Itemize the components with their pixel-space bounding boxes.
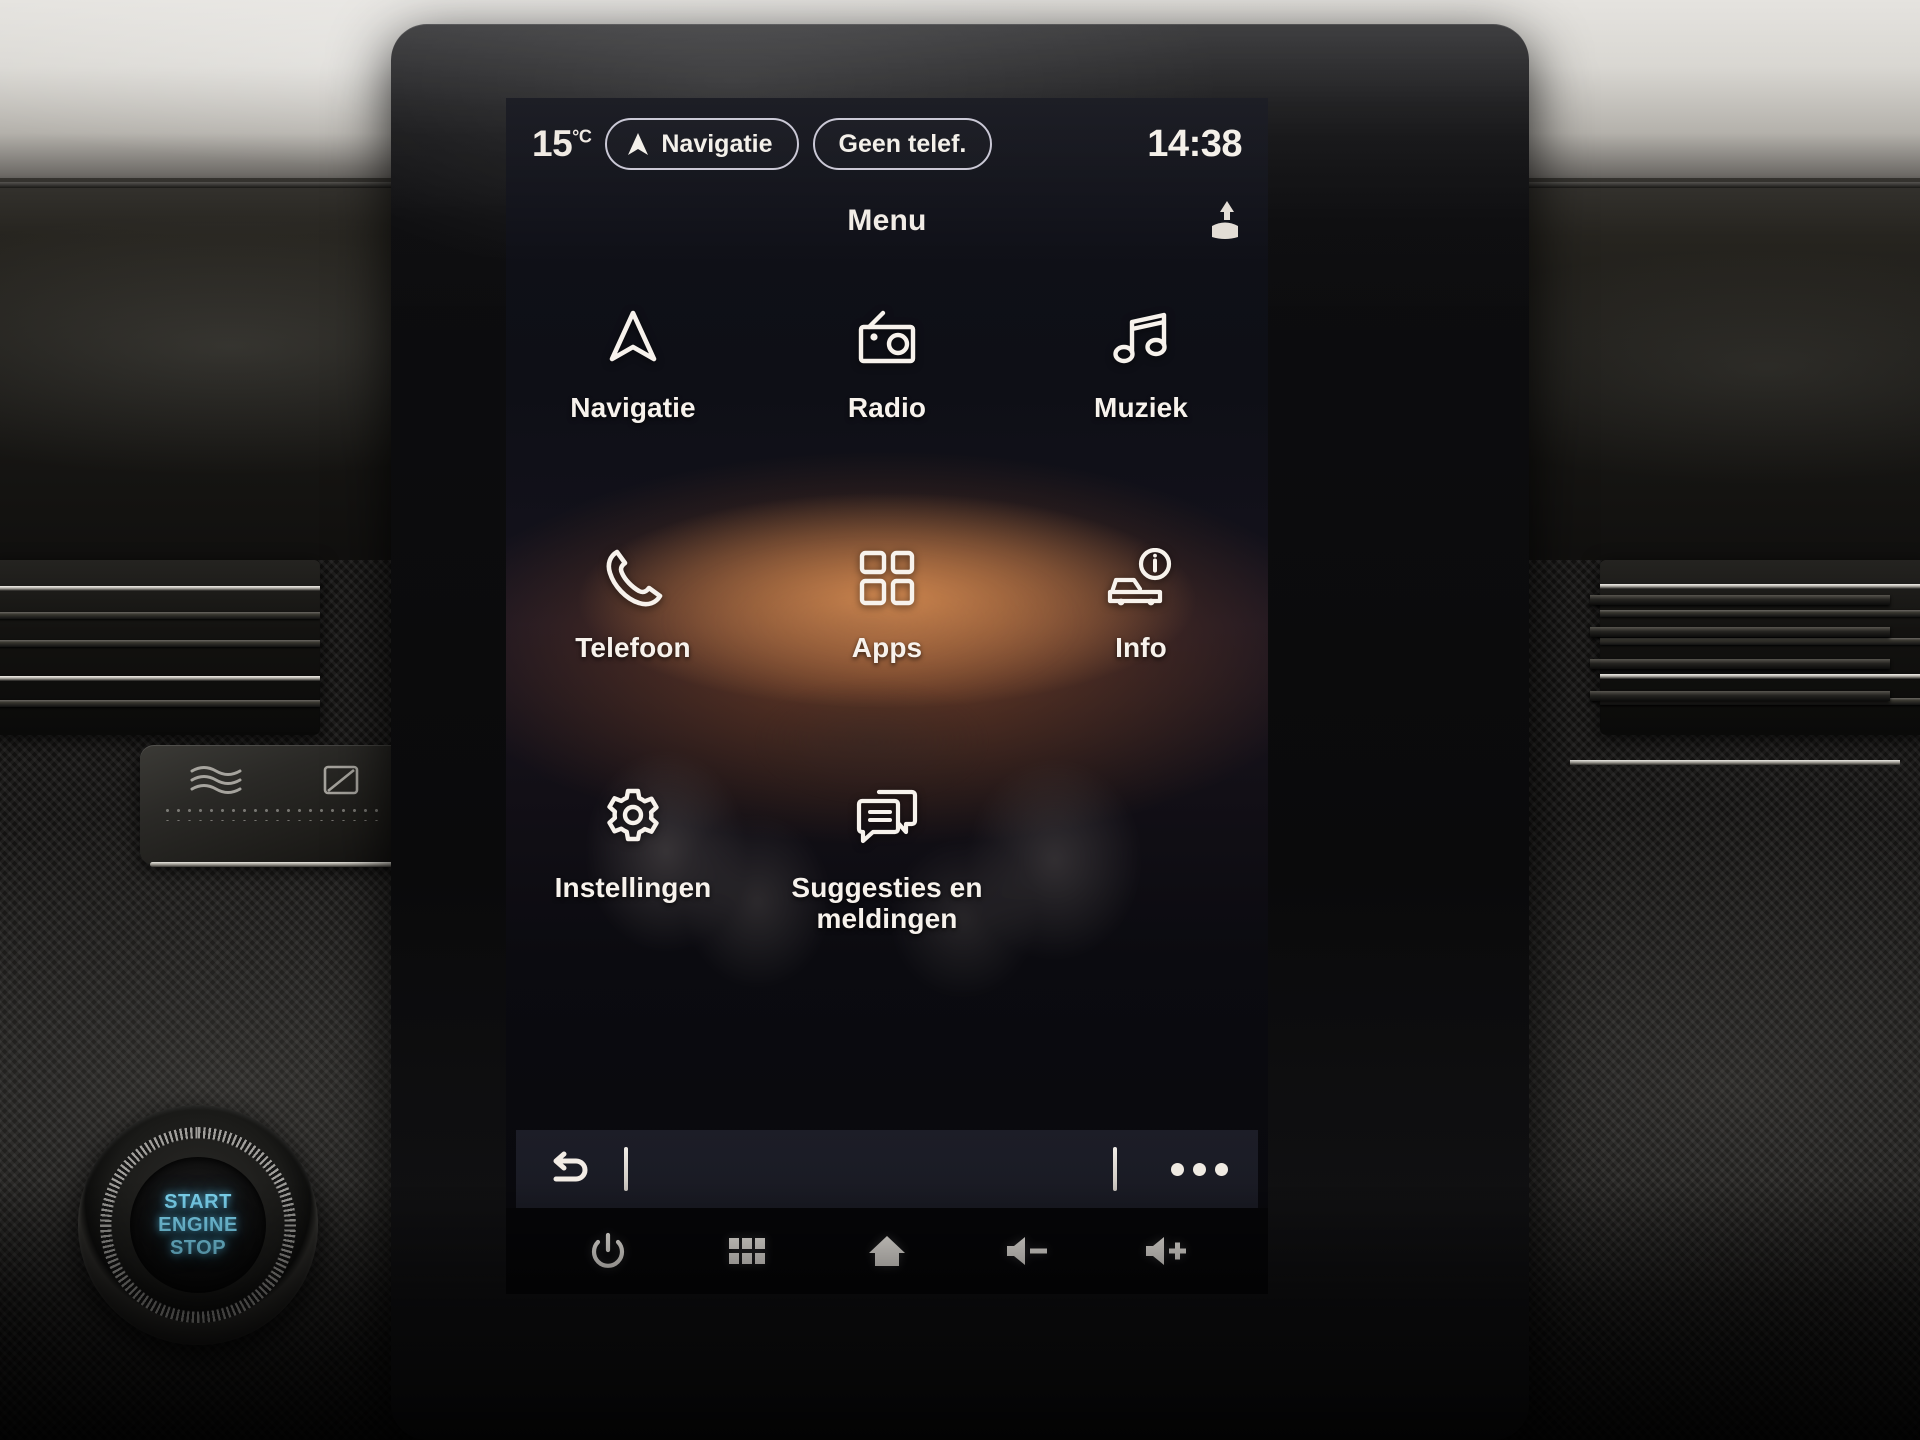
menu-label: Info xyxy=(1115,632,1167,663)
menu-item-apps[interactable]: Apps xyxy=(760,514,1014,754)
seat-heating-icon[interactable] xyxy=(1208,200,1242,240)
page-title: Menu xyxy=(847,204,927,237)
outside-temperature: 15°C xyxy=(532,123,592,165)
menu-label: Muziek xyxy=(1094,392,1188,423)
menu-item-info[interactable]: Info xyxy=(1014,514,1268,754)
car-info-icon xyxy=(1106,540,1176,616)
temperature-unit: °C xyxy=(572,126,592,147)
console-shadow-fade xyxy=(0,1180,1920,1440)
infotainment-screen[interactable]: 15°C Navigatie Geen telef. 14:38 Menu Na… xyxy=(506,98,1268,1294)
menu-item-navigatie[interactable]: Navigatie xyxy=(506,274,760,514)
airflow-wave-icon xyxy=(188,763,258,797)
clock: 14:38 xyxy=(1147,122,1242,165)
more-dots-icon[interactable] xyxy=(1171,1162,1228,1176)
temperature-value: 15 xyxy=(532,123,573,164)
status-bar: 15°C Navigatie Geen telef. 14:38 xyxy=(506,98,1268,190)
menu-label: Radio xyxy=(847,392,927,423)
menu-item-muziek[interactable]: Muziek xyxy=(1014,274,1268,514)
apps-grid-icon xyxy=(857,540,917,616)
car-dashboard-photo: START ENGINE STOP 15°C Navigatie Geen te… xyxy=(0,0,1920,1440)
menu-label: Navigatie xyxy=(570,392,696,423)
vent-control-plate-left[interactable] xyxy=(140,745,405,865)
music-note-icon xyxy=(1110,300,1172,376)
page-header: Menu xyxy=(506,188,1268,254)
main-menu-grid: Navigatie Radio Muziek Telefoon Apps Inf… xyxy=(506,274,1268,994)
status-phone-pill[interactable]: Geen telef. xyxy=(812,118,993,170)
air-vent-left[interactable] xyxy=(0,560,320,735)
status-nav-label: Navigatie xyxy=(661,129,773,158)
menu-label: Instellingen xyxy=(554,872,712,903)
vent-chrome-trim-right xyxy=(1570,760,1900,765)
vent-chrome-trim-left xyxy=(150,862,405,867)
status-nav-pill[interactable]: Navigatie xyxy=(605,118,799,170)
navigation-arrow-icon xyxy=(600,300,666,376)
menu-item-radio[interactable]: Radio xyxy=(760,274,1014,514)
radio-icon xyxy=(852,300,922,376)
menu-label: Suggesties en meldingen xyxy=(791,872,983,935)
menu-label: Telefoon xyxy=(575,632,691,663)
phone-handset-icon xyxy=(601,540,665,616)
menu-label: Apps xyxy=(851,632,923,663)
status-phone-label: Geen telef. xyxy=(838,129,967,158)
menu-item-instellingen[interactable]: Instellingen xyxy=(506,754,760,994)
vent-closed-icon xyxy=(323,765,359,795)
navigation-arrow-icon xyxy=(625,131,651,157)
gear-icon xyxy=(601,780,665,856)
menu-item-telefoon[interactable]: Telefoon xyxy=(506,514,760,754)
message-bubbles-icon xyxy=(855,780,919,856)
air-vent-right-slats xyxy=(1590,585,1890,735)
menu-item-suggesties-en-meldingen[interactable]: Suggesties en meldingen xyxy=(760,754,1014,994)
